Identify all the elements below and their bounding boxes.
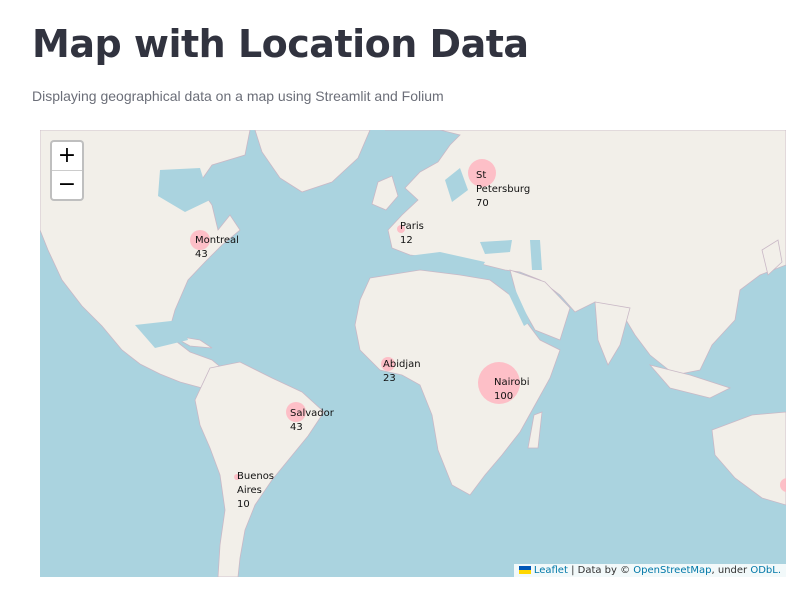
odbl-link[interactable]: ODbL.	[750, 565, 781, 576]
zoom-in-button[interactable]: +	[52, 142, 82, 170]
openstreetmap-link[interactable]: OpenStreetMap	[633, 565, 711, 576]
page-title: Map with Location Data	[32, 22, 529, 66]
label-montreal: Montreal 43	[195, 235, 239, 260]
leaflet-link[interactable]: Leaflet	[534, 565, 568, 576]
label-salvador: Salvador 43	[290, 408, 334, 433]
page-subtitle: Displaying geographical data on a map us…	[32, 88, 444, 104]
attribution-under: , under	[711, 565, 751, 576]
ukraine-flag-icon	[518, 566, 531, 574]
label-nairobi: Nairobi 100	[494, 377, 530, 402]
black-sea	[480, 240, 512, 254]
map-container[interactable]: + − St Petersburg 70 Paris 12 Montreal 4…	[40, 130, 786, 577]
caspian-sea	[530, 240, 542, 270]
zoom-control: + −	[50, 140, 84, 201]
label-paris: Paris 12	[400, 221, 424, 246]
map-attribution: Leaflet | Data by © OpenStreetMap, under…	[513, 564, 786, 577]
label-abidjan: Abidjan 23	[383, 359, 421, 384]
attribution-data-by: | Data by ©	[567, 565, 634, 576]
label-st-petersburg: St Petersburg 70	[476, 170, 531, 209]
zoom-out-button[interactable]: −	[52, 170, 82, 199]
label-buenos-aires: Buenos Aires 10	[237, 471, 275, 510]
world-basemap	[40, 130, 786, 577]
